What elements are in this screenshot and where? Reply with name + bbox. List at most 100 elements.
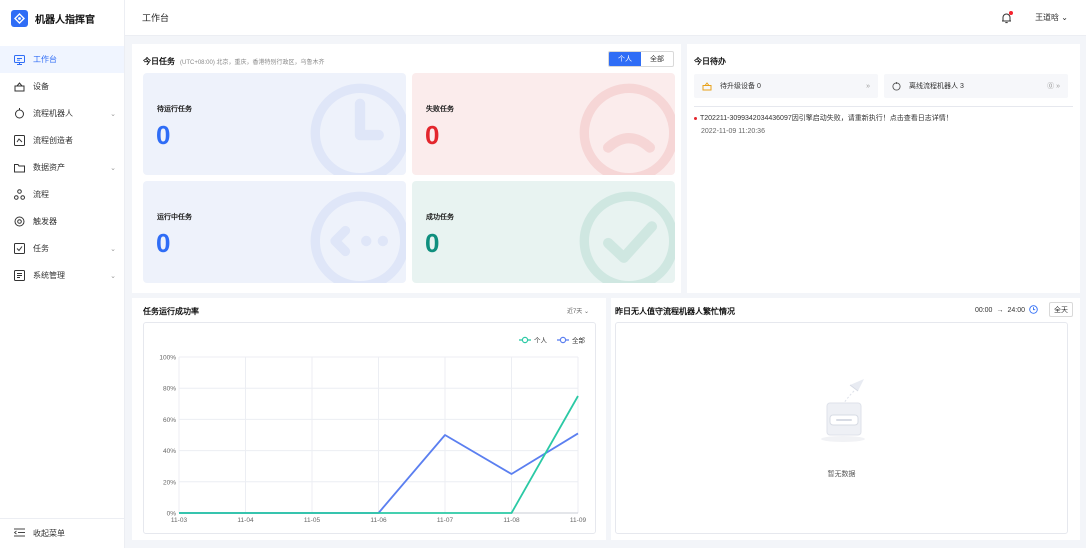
sidebar-item-4[interactable]: 数据资产 ⌄: [0, 154, 124, 181]
y-tick-label: 80%: [163, 386, 176, 393]
settings-icon: [14, 270, 25, 281]
sidebar-item-label: 系统管理: [33, 271, 65, 280]
sidebar-item-label: 设备: [33, 82, 49, 91]
sidebar-item-label: 数据资产: [33, 163, 65, 172]
chevron-down-icon: ⌄: [110, 272, 116, 280]
card-value: 0: [425, 120, 440, 150]
legend-label: 全部: [572, 336, 586, 345]
clock-icon: [310, 83, 406, 175]
tasks-title: 今日任务: [143, 57, 175, 66]
sidebar-item-3[interactable]: 流程创造者: [0, 127, 124, 154]
sidebar-item-label: 任务: [33, 244, 49, 253]
sidebar-item-6[interactable]: 触发器: [0, 208, 124, 235]
tab-label: 待升级设备 0: [720, 83, 761, 90]
todo-message[interactable]: T202211-3099342034436097因引擎启动失败，请重新执行！点击…: [694, 113, 953, 123]
busy-title: 昨日无人值守流程机器人繁忙情况: [615, 307, 735, 316]
folder-icon: [14, 162, 25, 173]
chevron-down-icon: ⌄: [110, 164, 116, 172]
notification-dot: [1009, 10, 1014, 15]
toggle-personal[interactable]: 个人: [609, 52, 641, 66]
chevron-right-icon: »: [866, 82, 870, 90]
sidebar-menu: 工作台设备流程机器人 ⌄ 流程创造者数据资产 ⌄ 流程触发器任务 ⌄ 系统管理 ⌄: [0, 46, 124, 289]
device-icon: [14, 81, 25, 92]
message-time: 2022-11-09 11:20:36: [701, 128, 765, 135]
start-time: 00:00: [974, 307, 993, 314]
rate-title: 任务运行成功率: [143, 307, 199, 316]
help-more-icon: ⓪ »: [1047, 83, 1060, 90]
robot-icon: [892, 81, 901, 91]
offline-robots-tab[interactable]: 离线流程机器人 3 ⓪ »: [884, 74, 1068, 98]
collapse-menu-button[interactable]: 收起菜单: [0, 518, 125, 548]
logo-icon: [11, 9, 28, 27]
top-header: 工作台 王道晗 ⌄: [125, 0, 1086, 36]
check-icon: [579, 191, 675, 283]
user-menu[interactable]: 王道晗 ⌄: [1035, 12, 1068, 23]
legend-label: 个人: [534, 337, 548, 345]
collapse-label: 收起菜单: [33, 529, 65, 538]
running-icon: [310, 191, 406, 283]
line-chart: 0% 20% 40% 60% 80% 100% 11-03 11-04 11-05 11-06 11…: [143, 322, 596, 534]
sidebar-item-5[interactable]: 流程: [0, 181, 124, 208]
collapse-icon: [13, 528, 25, 539]
range-select[interactable]: 近7天 ⌄: [567, 306, 589, 315]
y-tick-label: 100%: [159, 355, 176, 362]
robot-icon: [14, 108, 25, 119]
today-tasks-panel: 今日任务 (UTC+08:00) 北京，重庆，香港特别行政区，乌鲁木齐 个人 全…: [132, 44, 681, 293]
empty-state: 暂无数据: [615, 322, 1068, 534]
success-rate-panel: 任务运行成功率 近7天 ⌄ 0% 20% 40% 60% 80% 100% 11-03 11-…: [132, 298, 606, 540]
empty-box-icon: [821, 379, 865, 442]
success-tasks-card[interactable]: 成功任务 0: [412, 181, 675, 283]
chevron-down-icon: ⌄: [110, 245, 116, 253]
sidebar-item-2[interactable]: 流程机器人 ⌄: [0, 100, 124, 127]
today-todo-panel: 今日待办 待升级设备 0 » 离线流程机器人 3 ⓪ » T202211-309…: [687, 44, 1080, 293]
x-tick-label: 11-09: [570, 517, 587, 524]
sidebar-item-label: 工作台: [33, 55, 57, 64]
card-label: 失败任务: [426, 106, 454, 113]
page-title: 工作台: [142, 13, 170, 23]
running-tasks-card[interactable]: 运行中任务 0: [143, 181, 406, 283]
y-tick-label: 40%: [163, 448, 176, 455]
clock-icon: [1029, 305, 1038, 316]
sidebar: 机器人指挥官 工作台 设备 流程机器人 ⌄ 流程创造者 数据资产 ⌄ 流程 触发器 任务 ⌄ 系统管理…: [0, 0, 125, 548]
todo-title: 今日待办: [694, 57, 726, 66]
x-tick-label: 11-04: [237, 517, 254, 524]
sidebar-item-0[interactable]: 工作台: [0, 46, 124, 73]
timezone-label: (UTC+08:00) 北京，重庆，香港特别行政区，乌鲁木齐: [180, 60, 325, 66]
pending-tasks-card[interactable]: 待运行任务 0: [143, 73, 406, 175]
divider: [694, 106, 1073, 107]
sidebar-item-label: 流程机器人: [33, 109, 73, 118]
device-icon: [702, 81, 712, 91]
time-range-picker[interactable]: 00:00 → 24:00: [975, 305, 1038, 316]
x-tick-label: 11-08: [503, 517, 520, 524]
brand[interactable]: 机器人指挥官: [0, 0, 124, 36]
x-tick-label: 11-03: [171, 517, 188, 524]
end-time: 24:00: [1007, 307, 1025, 314]
legend-marker: [521, 336, 529, 344]
card-value: 0: [156, 120, 171, 150]
trigger-icon: [14, 216, 25, 227]
flow-icon: [14, 189, 25, 200]
failed-tasks-card[interactable]: 失败任务 0: [412, 73, 675, 175]
chevron-down-icon: ⌄: [110, 110, 116, 118]
x-tick-label: 11-06: [370, 517, 387, 524]
sidebar-item-1[interactable]: 设备: [0, 73, 124, 100]
all-day-button[interactable]: 全天: [1049, 302, 1073, 317]
scope-toggle: 个人 全部: [608, 51, 674, 67]
sidebar-item-7[interactable]: 任务 ⌄: [0, 235, 124, 262]
bell-icon[interactable]: [999, 10, 1014, 25]
task-icon: [14, 243, 25, 254]
sad-face-icon: [579, 83, 675, 175]
arrow-icon: →: [996, 307, 1004, 314]
card-label: 待运行任务: [157, 106, 192, 113]
message-text: T202211-3099342034436097因引擎启动失败，请重新执行！点击…: [700, 115, 953, 122]
pending-upgrade-tab[interactable]: 待升级设备 0 »: [694, 74, 878, 98]
toggle-all[interactable]: 全部: [641, 52, 673, 66]
sidebar-item-8[interactable]: 系统管理 ⌄: [0, 262, 124, 289]
card-label: 成功任务: [426, 214, 454, 221]
card-value: 0: [425, 228, 440, 258]
sidebar-item-label: 流程: [33, 190, 49, 199]
designer-icon: [14, 135, 25, 146]
card-value: 0: [156, 228, 171, 258]
brand-title: 机器人指挥官: [35, 14, 95, 26]
y-tick-label: 20%: [163, 479, 176, 486]
